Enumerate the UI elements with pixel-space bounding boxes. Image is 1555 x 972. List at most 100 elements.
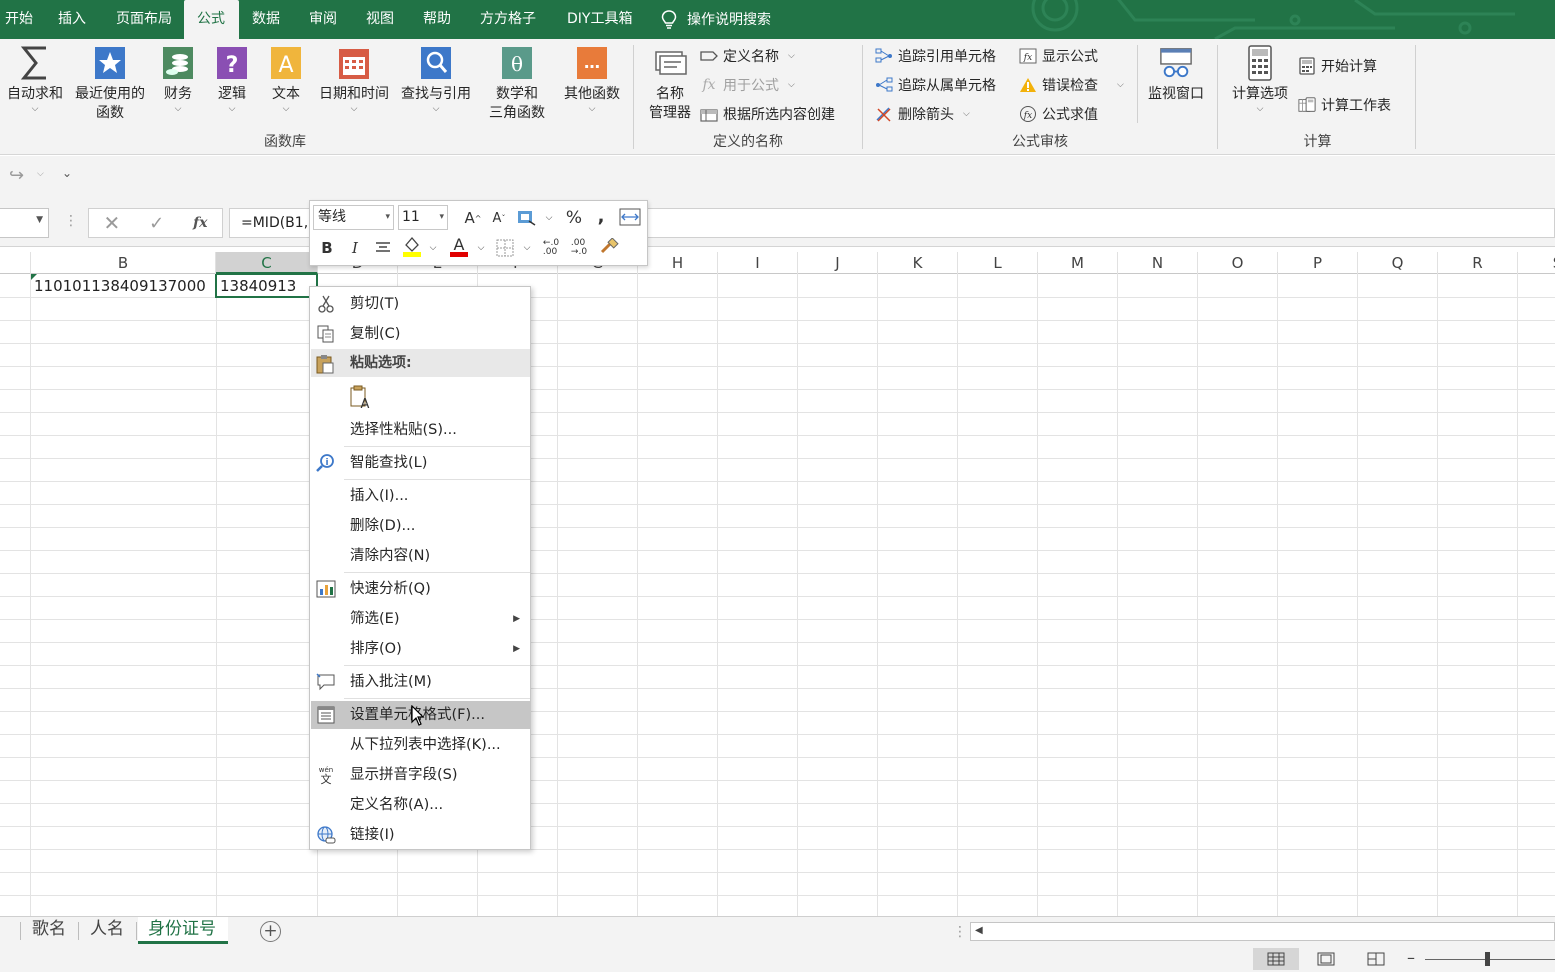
normal-view-button[interactable] bbox=[1253, 948, 1299, 970]
text-button[interactable]: A 文本 ⌵ bbox=[266, 45, 306, 114]
math-trig-button[interactable]: θ 数学和 三角函数 bbox=[478, 45, 556, 123]
format-painter-icon[interactable] bbox=[598, 236, 620, 258]
recently-used-button[interactable]: 最近使用的 函数 bbox=[70, 45, 150, 123]
calc-now-button[interactable]: 开始计算 bbox=[1298, 55, 1377, 77]
menu-item-sort[interactable]: 排序(O) ▶ bbox=[311, 635, 530, 663]
tab-diy-toolbox[interactable]: DIY工具箱 bbox=[553, 0, 645, 39]
zoom-out-button[interactable]: – bbox=[1407, 948, 1415, 967]
lookup-reference-button[interactable]: 查找与引用 ⌵ bbox=[396, 45, 476, 114]
define-name-button[interactable]: 定义名称 ⌵ bbox=[700, 45, 795, 67]
increase-decimal-icon[interactable]: ←.0.00 bbox=[540, 237, 562, 259]
tab-formulas[interactable]: 公式 bbox=[184, 0, 239, 39]
column-header-j[interactable]: J bbox=[798, 252, 878, 274]
page-break-view-button[interactable] bbox=[1353, 948, 1399, 970]
menu-item-quick-analysis[interactable]: 快速分析(Q) bbox=[311, 575, 530, 603]
calc-options-button[interactable]: 计算选项 ⌵ bbox=[1226, 45, 1294, 114]
tab-review[interactable]: 审阅 bbox=[295, 0, 352, 39]
column-header-r[interactable]: R bbox=[1438, 252, 1518, 274]
tell-me-search[interactable]: 操作说明搜索 bbox=[645, 0, 781, 39]
tab-home[interactable]: 开始 bbox=[0, 0, 40, 39]
name-box[interactable]: ▼ bbox=[0, 208, 49, 238]
column-header-o[interactable]: O bbox=[1198, 252, 1278, 274]
font-name-box[interactable]: 等线 ▾ bbox=[313, 205, 394, 230]
cancel-icon[interactable]: ✕ bbox=[103, 211, 120, 235]
more-functions-button[interactable]: … 其他函数 ⌵ bbox=[558, 45, 626, 114]
decrease-decimal-icon[interactable]: .00 →.0 bbox=[568, 237, 590, 259]
chevron-down-icon[interactable]: ⌵ bbox=[476, 237, 486, 259]
horizontal-scrollbar[interactable]: ⋮ ◀ bbox=[953, 922, 1555, 941]
insert-function-icon[interactable]: fx bbox=[193, 215, 207, 231]
menu-item-cut[interactable]: 剪切(T) bbox=[311, 290, 530, 318]
menu-item-copy[interactable]: 复制(C) bbox=[311, 320, 530, 348]
error-checking-button[interactable]: 错误检查 ⌵ bbox=[1019, 74, 1124, 96]
menu-item-paste-special[interactable]: 选择性粘贴(S)... bbox=[311, 416, 530, 444]
merge-center-icon[interactable] bbox=[618, 206, 642, 228]
menu-item-smart-lookup[interactable]: i 智能查找(L) bbox=[311, 449, 530, 477]
column-header-n[interactable]: N bbox=[1118, 252, 1198, 274]
page-layout-view-button[interactable] bbox=[1303, 948, 1349, 970]
column-header-b[interactable]: B bbox=[31, 252, 216, 274]
column-header-p[interactable]: P bbox=[1278, 252, 1358, 274]
logical-button[interactable]: ? 逻辑 ⌵ bbox=[212, 45, 252, 114]
date-time-button[interactable]: 日期和时间 ⌵ bbox=[314, 45, 394, 114]
name-manager-button[interactable]: 名称 管理器 bbox=[642, 45, 698, 123]
tab-view[interactable]: 视图 bbox=[352, 0, 409, 39]
scroll-left-icon[interactable]: ◀ bbox=[975, 925, 983, 936]
column-header-l[interactable]: L bbox=[958, 252, 1038, 274]
enter-icon[interactable]: ✓ bbox=[149, 213, 164, 234]
percent-icon[interactable]: % bbox=[565, 207, 583, 229]
borders-icon[interactable] bbox=[495, 237, 515, 259]
use-in-formula-button[interactable]: fx 用于公式 ⌵ bbox=[700, 74, 794, 96]
fill-color-icon[interactable] bbox=[401, 235, 423, 257]
tab-data[interactable]: 数据 bbox=[239, 0, 295, 39]
menu-item-define-name[interactable]: 定义名称(A)... bbox=[311, 791, 530, 819]
column-header-q[interactable]: Q bbox=[1358, 252, 1438, 274]
menu-item-insert[interactable]: 插入(I)... bbox=[311, 482, 530, 510]
column-header-i[interactable]: I bbox=[718, 252, 798, 274]
italic-icon[interactable]: I bbox=[346, 237, 364, 259]
column-header-s[interactable]: S bbox=[1518, 252, 1555, 274]
bold-icon[interactable]: B bbox=[318, 237, 336, 259]
column-header-c[interactable]: C bbox=[216, 252, 318, 274]
autosum-button[interactable]: 自动求和 ⌵ bbox=[4, 45, 66, 114]
increase-font-icon[interactable]: A ^ bbox=[463, 207, 483, 229]
menu-item-insert-comment[interactable]: 插入批注(M) bbox=[311, 668, 530, 696]
remove-arrows-button[interactable]: 删除箭头 ⌵ bbox=[875, 103, 970, 125]
customize-qat-icon[interactable]: ⌄ bbox=[62, 166, 72, 180]
trace-dependents-button[interactable]: 追踪从属单元格 bbox=[875, 74, 996, 96]
worksheet-grid[interactable]: 110101138409137000 13840913 bbox=[0, 274, 1555, 916]
evaluate-formula-button[interactable]: fx 公式求值 bbox=[1019, 103, 1098, 125]
zoom-slider-track[interactable] bbox=[1425, 959, 1555, 960]
cell-b1[interactable]: 110101138409137000 bbox=[31, 274, 216, 298]
menu-item-filter[interactable]: 筛选(E) ▶ bbox=[311, 605, 530, 633]
align-center-icon[interactable] bbox=[372, 237, 394, 259]
trace-precedents-button[interactable]: 追踪引用单元格 bbox=[875, 45, 996, 67]
zoom-slider-thumb[interactable] bbox=[1485, 952, 1490, 966]
column-header-m[interactable]: M bbox=[1038, 252, 1118, 274]
menu-item-show-phonetic[interactable]: wén 文 显示拼音字段(S) bbox=[311, 761, 530, 789]
watch-window-button[interactable]: 监视窗口 bbox=[1143, 45, 1209, 104]
chevron-down-icon[interactable]: ⌵ bbox=[428, 237, 438, 259]
sheet-tab-songs[interactable]: 歌名 bbox=[22, 917, 76, 944]
calc-sheet-button[interactable]: 计算工作表 bbox=[1298, 94, 1391, 116]
font-size-box[interactable]: 11 ▾ bbox=[398, 205, 448, 230]
add-sheet-button[interactable]: + bbox=[260, 921, 281, 942]
scrollbar-split-icon[interactable]: ⋮ bbox=[953, 924, 967, 940]
select-all-corner[interactable] bbox=[0, 252, 31, 274]
chevron-down-icon[interactable]: ⌵ bbox=[522, 237, 532, 259]
financial-button[interactable]: 财务 ⌵ bbox=[158, 45, 198, 114]
comma-style-icon[interactable]: , bbox=[592, 205, 610, 227]
menu-item-pick-from-list[interactable]: 从下拉列表中选择(K)... bbox=[311, 731, 530, 759]
sheet-tab-names[interactable]: 人名 bbox=[80, 917, 134, 944]
font-color-icon[interactable]: A bbox=[448, 235, 470, 257]
paste-keep-text-button[interactable]: A bbox=[346, 383, 374, 411]
sheet-tab-id-numbers[interactable]: 身份证号 bbox=[138, 917, 228, 944]
column-header-k[interactable]: K bbox=[878, 252, 958, 274]
chevron-down-icon[interactable]: ⌵ bbox=[544, 207, 554, 229]
tab-fangfang[interactable]: 方方格子 bbox=[466, 0, 553, 39]
show-formulas-button[interactable]: fx 显示公式 bbox=[1019, 45, 1098, 67]
menu-item-delete[interactable]: 删除(D)... bbox=[311, 512, 530, 540]
menu-item-link[interactable]: 链接(I) bbox=[311, 821, 530, 849]
chevron-down-icon[interactable]: ⌵ bbox=[37, 169, 44, 179]
create-from-selection-button[interactable]: 根据所选内容创建 bbox=[700, 103, 835, 125]
